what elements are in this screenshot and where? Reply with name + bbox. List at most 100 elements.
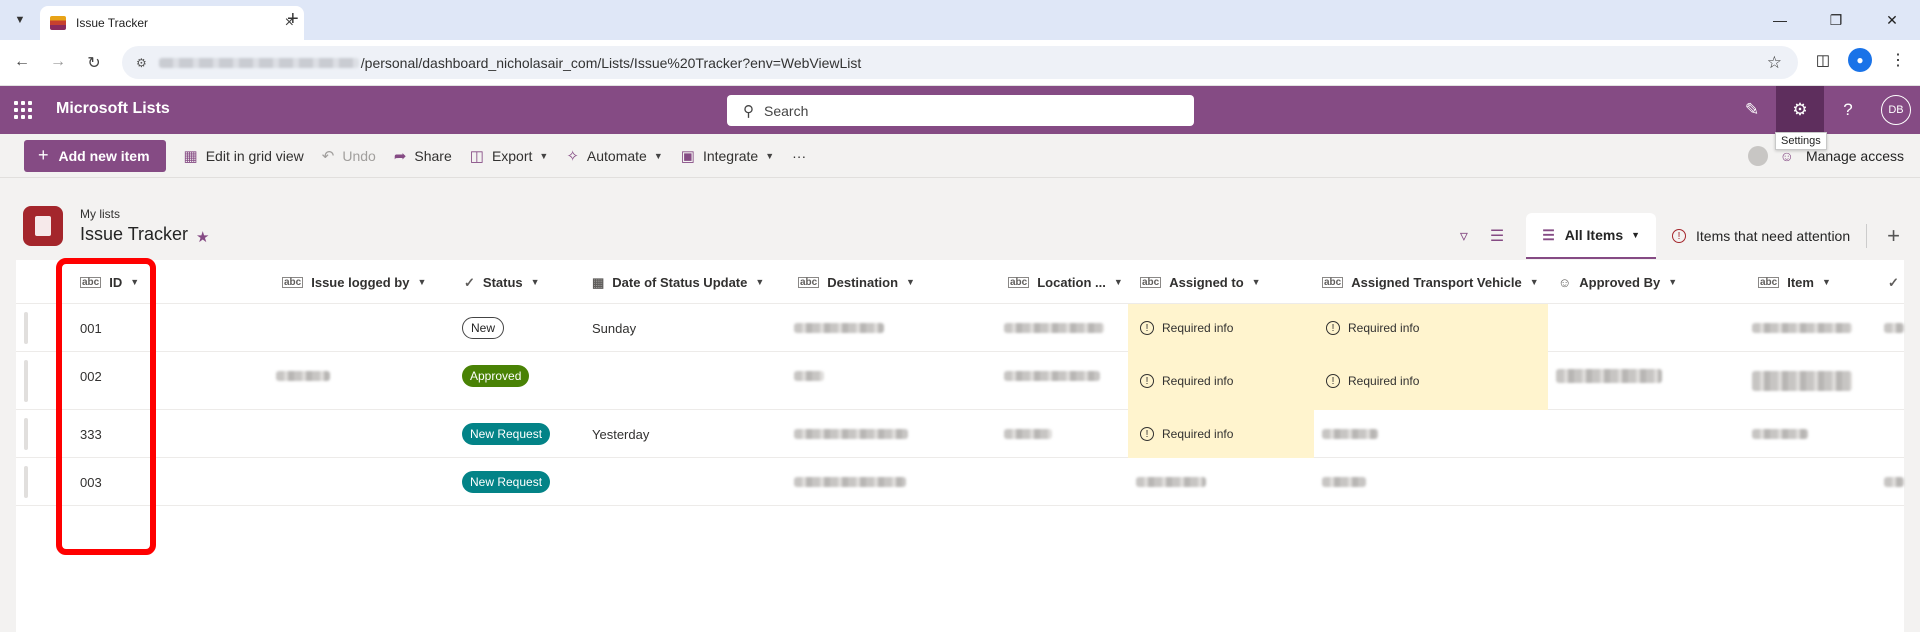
minimize-icon[interactable]: — <box>1752 0 1808 40</box>
column-header-assigned-to[interactable]: abc Assigned to ▼ <box>1140 260 1261 304</box>
favorite-star-icon[interactable]: ★ <box>196 228 209 246</box>
app-launcher-icon[interactable] <box>14 101 32 119</box>
filter-icon[interactable]: ▿ <box>1460 226 1468 246</box>
table-row[interactable]: 333 New Request Yesterday ! Required inf… <box>16 410 1904 458</box>
account-button[interactable]: DB <box>1872 86 1920 134</box>
add-new-item-label: Add new item <box>58 147 150 164</box>
automate-icon: ✧ <box>566 147 579 165</box>
cell-approved-by-redacted <box>1556 352 1662 400</box>
help-icon[interactable]: ? <box>1824 86 1872 134</box>
app-name[interactable]: Microsoft Lists <box>56 100 170 118</box>
required-info-label: Required info <box>1348 374 1420 388</box>
column-header-date-of-status-update[interactable]: ▦ Date of Status Update ▼ <box>592 260 764 304</box>
search-input[interactable]: ⚲ Search <box>727 95 1194 126</box>
bookmark-star-icon[interactable]: ☆ <box>1767 53 1782 73</box>
cell-vehicle-required[interactable]: ! Required info <box>1314 304 1548 352</box>
list-icon <box>23 206 63 246</box>
text-column-icon: abc <box>1322 276 1344 288</box>
column-header-destination[interactable]: abc Destination ▼ <box>798 260 915 304</box>
edit-grid-view-button[interactable]: ▦ Edit in grid view <box>184 147 304 165</box>
undo-button[interactable]: ↶ Undo <box>322 147 376 165</box>
cell-vehicle-required[interactable]: ! Required info <box>1314 352 1548 410</box>
browser-tab[interactable]: Issue Tracker × <box>40 6 304 40</box>
column-header-partial-icon[interactable]: ✓ <box>1888 260 1907 304</box>
alert-icon: ! <box>1672 229 1687 243</box>
integrate-button[interactable]: ▣ Integrate ▼ <box>681 147 774 165</box>
restore-icon[interactable]: ❐ <box>1808 0 1864 40</box>
column-header-location[interactable]: abc Location ... ▼ <box>1008 260 1123 304</box>
avatar: DB <box>1881 95 1911 125</box>
row-select-handle[interactable] <box>24 418 28 450</box>
profile-icon[interactable]: ● <box>1848 48 1872 72</box>
cell-location-redacted <box>1004 410 1052 458</box>
reload-icon[interactable]: ↻ <box>84 53 104 73</box>
chevron-down-icon: ▼ <box>755 277 765 287</box>
manage-access-button[interactable]: Manage access <box>1806 148 1904 164</box>
column-header-assigned-transport-vehicle[interactable]: abc Assigned Transport Vehicle ▼ <box>1322 260 1539 304</box>
cell-destination-redacted <box>794 304 884 352</box>
more-options-button[interactable]: ··· <box>792 148 806 164</box>
cell-assigned-to-required[interactable]: ! Required info <box>1128 304 1314 352</box>
tab-search-chevron-icon[interactable]: ▼ <box>10 10 30 30</box>
table-row[interactable]: 001 New Sunday ! Required info ! Require… <box>16 304 1904 352</box>
chevron-down-icon: ▼ <box>530 277 540 287</box>
side-panel-icon[interactable]: ◫ <box>1816 51 1830 69</box>
required-info-label: Required info <box>1162 427 1234 441</box>
grid-icon: ▦ <box>183 147 198 165</box>
column-label: Status <box>482 274 523 290</box>
automate-button[interactable]: ✧ Automate ▼ <box>566 147 662 165</box>
window-close-icon[interactable]: ✕ <box>1864 0 1920 40</box>
browser-toolbar: ← → ↻ ⚙ /personal/dashboard_nicholasair_… <box>0 40 1920 86</box>
tab-all-items[interactable]: ☰ All Items ▼ <box>1526 213 1657 259</box>
tab-attention-label: Items that need attention <box>1696 228 1851 244</box>
chevron-down-icon: ▼ <box>539 150 549 161</box>
tab-items-need-attention[interactable]: ! Items that need attention <box>1656 213 1866 259</box>
column-header-status[interactable]: ✓ Status ▼ <box>464 260 540 304</box>
cell-status: New Request <box>462 458 551 506</box>
new-tab-plus-icon[interactable]: + <box>287 8 299 31</box>
row-select-handle[interactable] <box>24 312 28 344</box>
add-view-icon[interactable]: + <box>1866 223 1920 248</box>
text-column-icon: abc <box>798 276 820 288</box>
row-select-handle[interactable] <box>24 360 28 402</box>
back-arrow-icon[interactable]: ← <box>12 53 32 71</box>
column-label: Item <box>1787 274 1814 290</box>
column-header-issue-logged-by[interactable]: abc Issue logged by ▼ <box>282 260 426 304</box>
status-badge: New Request <box>462 471 551 493</box>
table-row[interactable]: 003 New Request <box>16 458 1904 506</box>
forward-arrow-icon[interactable]: → <box>48 53 68 71</box>
cell-destination-redacted <box>794 410 908 458</box>
view-format-icon[interactable]: ☰ <box>1490 226 1504 246</box>
breadcrumb[interactable]: My lists <box>80 207 120 221</box>
cell-date: Yesterday <box>592 426 650 442</box>
settings-tooltip: Settings <box>1775 132 1827 150</box>
cell-destination-redacted <box>794 352 824 400</box>
add-new-item-button[interactable]: + Add new item <box>24 139 166 172</box>
column-header-item[interactable]: abc Item ▼ <box>1758 260 1831 304</box>
grid-header: abc ID ▼ abc Issue logged by ▼ ✓ Status … <box>16 260 1904 304</box>
id-column-highlight-annotation <box>56 258 156 555</box>
presence-avatar-icon[interactable] <box>1747 146 1768 166</box>
feedback-icon[interactable]: ✎ <box>1728 86 1776 134</box>
address-bar[interactable]: ⚙ /personal/dashboard_nicholasair_com/Li… <box>122 46 1798 79</box>
browser-menu-icon[interactable]: ⋮ <box>1890 50 1906 70</box>
share-button[interactable]: ➦ Share <box>394 147 452 165</box>
row-select-handle[interactable] <box>24 466 28 498</box>
table-row[interactable]: 002 Approved ! Required info ! Required … <box>16 352 1904 410</box>
export-button[interactable]: ◫ Export ▼ <box>470 147 549 165</box>
person-icon: ☺ <box>1558 274 1572 290</box>
gear-icon[interactable]: ⚙ <box>1776 86 1824 134</box>
search-icon: ⚲ <box>743 102 754 120</box>
cell-assigned-to-required[interactable]: ! Required info <box>1128 352 1314 410</box>
choice-column-icon: ✓ <box>1888 274 1899 290</box>
required-info-label: Required info <box>1162 321 1234 335</box>
cell-assigned-to-required[interactable]: ! Required info <box>1128 410 1314 458</box>
alert-icon: ! <box>1140 427 1154 441</box>
site-info-icon[interactable]: ⚙ <box>136 56 147 70</box>
chevron-down-icon: ▼ <box>417 277 427 287</box>
cell-date: Sunday <box>592 320 637 336</box>
cell-status: Approved <box>462 352 530 400</box>
column-header-approved-by[interactable]: ☺ Approved By ▼ <box>1558 260 1677 304</box>
tab-title: Issue Tracker <box>76 16 149 30</box>
person-icon: ☺ <box>1779 148 1794 164</box>
